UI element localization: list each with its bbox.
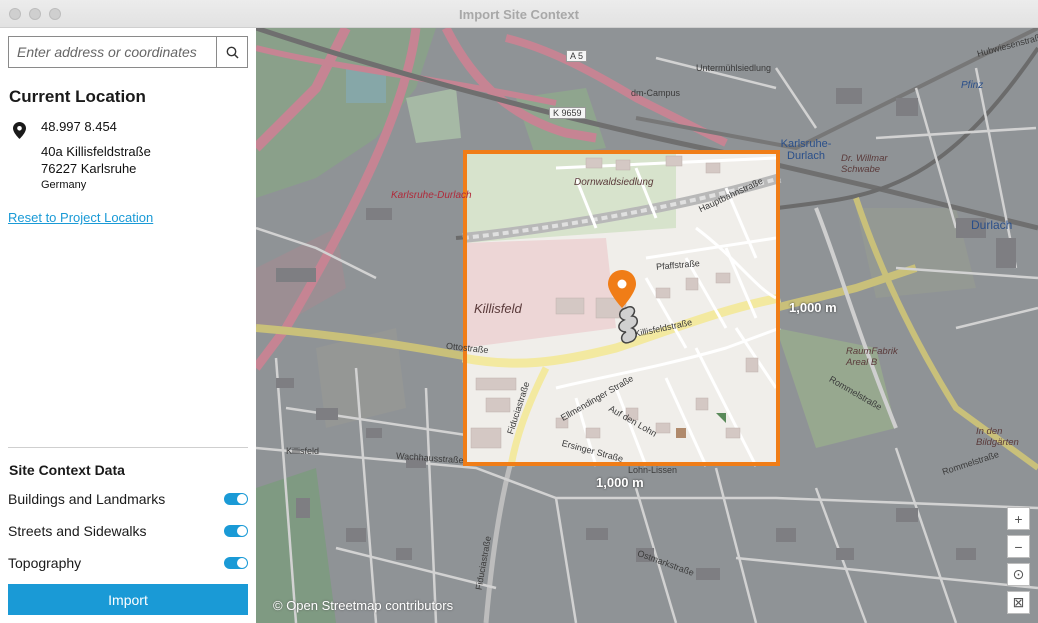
search-box bbox=[8, 36, 248, 68]
search-button[interactable] bbox=[216, 37, 247, 67]
buildings-toggle[interactable] bbox=[224, 493, 248, 505]
option-label: Topography bbox=[8, 555, 82, 571]
place-label-killisfeld: Killisfeld bbox=[474, 301, 522, 316]
option-streets: Streets and Sidewalks bbox=[8, 523, 248, 541]
import-button[interactable]: Import bbox=[8, 584, 248, 615]
height-dimension-label: 1,000 m bbox=[789, 300, 837, 315]
target-icon: ⊙ bbox=[1012, 566, 1025, 582]
option-topography: Topography bbox=[8, 555, 248, 573]
station-label-durlach: Karlsruhe-Durlach bbox=[780, 138, 832, 162]
search-icon bbox=[226, 46, 239, 59]
location-pin-icon bbox=[13, 122, 26, 139]
option-buildings: Buildings and Landmarks bbox=[8, 491, 248, 509]
place-label-killisfeld-small: Killisfeld bbox=[286, 446, 320, 456]
place-label-lohnlissen: Lohn-Lissen bbox=[628, 465, 678, 475]
sidebar: Current Location 48.997 8.454 40a Killis… bbox=[0, 28, 256, 623]
place-label-bildgaerten: In den Bildgärten bbox=[976, 426, 1019, 448]
fit-extent-icon: ⊠ bbox=[1012, 594, 1025, 610]
option-label: Streets and Sidewalks bbox=[8, 523, 147, 539]
road-label-k9659: K 9659 bbox=[549, 107, 586, 119]
zoom-out-button[interactable]: − bbox=[1007, 535, 1030, 558]
place-label-raumfabrik: RaumFabrik Areal B bbox=[846, 346, 898, 368]
search-input[interactable] bbox=[9, 37, 216, 67]
streets-toggle[interactable] bbox=[224, 525, 248, 537]
locate-button[interactable]: ⊙ bbox=[1007, 563, 1030, 586]
place-label-dmcampus: dm-Campus bbox=[631, 88, 681, 98]
current-location-heading: Current Location bbox=[9, 87, 146, 106]
place-label-untermuhl: Untermühlsiedlung bbox=[696, 63, 772, 73]
road-label-a5: A 5 bbox=[566, 50, 588, 62]
option-label: Buildings and Landmarks bbox=[8, 491, 166, 507]
window-title: Import Site Context bbox=[459, 7, 579, 22]
width-dimension-label: 1,000 m bbox=[596, 475, 644, 490]
toggle-knob bbox=[237, 494, 247, 504]
map-view[interactable]: A 5 K 9659 Untermühlsiedlung dm-Campus K… bbox=[256, 28, 1038, 623]
site-context-heading: Site Context Data bbox=[9, 462, 125, 478]
country-text: Germany bbox=[41, 179, 87, 191]
map-attribution-link[interactable]: © Open Streetmap contributors bbox=[273, 598, 453, 613]
river-label-pfinz: Pfinz bbox=[961, 80, 984, 91]
reset-to-project-location-link[interactable]: Reset to Project Location bbox=[8, 210, 153, 225]
street-address: 40a Killisfeldstraße bbox=[41, 144, 151, 159]
place-label-dornwald: Dornwaldsiedlung bbox=[574, 177, 654, 188]
town-label-durlach: Durlach bbox=[971, 218, 1013, 232]
title-bar: Import Site Context bbox=[0, 0, 1038, 28]
city-postal: 76227 Karlsruhe bbox=[41, 161, 137, 176]
divider bbox=[8, 447, 248, 448]
plus-icon: + bbox=[1014, 510, 1023, 527]
coordinates-text: 48.997 8.454 bbox=[41, 119, 117, 134]
place-label-willmar: Dr. Willmar Schwabe bbox=[841, 153, 888, 175]
toggle-knob bbox=[237, 558, 247, 568]
station-label-kd-red: Karlsruhe-Durlach bbox=[391, 190, 472, 201]
minus-icon: − bbox=[1014, 538, 1023, 555]
topography-toggle[interactable] bbox=[224, 557, 248, 569]
toggle-knob bbox=[237, 526, 247, 536]
zoom-in-button[interactable]: + bbox=[1007, 507, 1030, 530]
fit-extent-button[interactable]: ⊠ bbox=[1007, 591, 1030, 614]
